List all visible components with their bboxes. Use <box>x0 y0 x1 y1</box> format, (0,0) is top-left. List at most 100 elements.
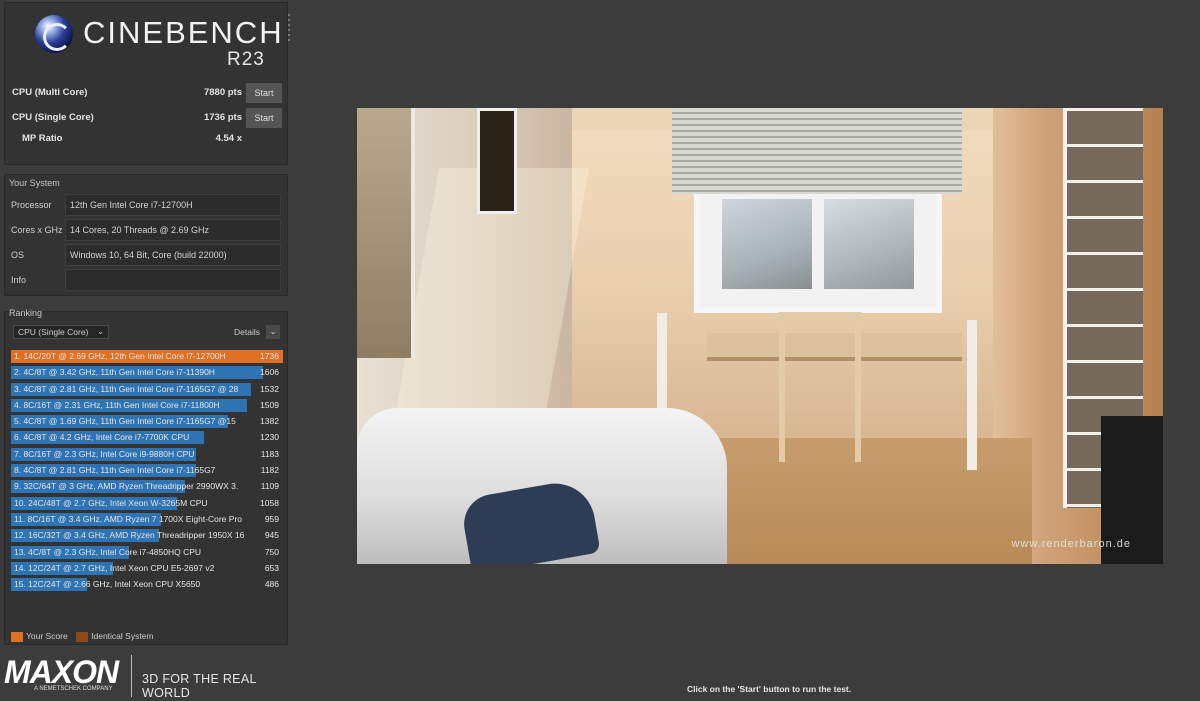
system-row-os: OS Windows 10, 64 Bit, Core (build 22000… <box>7 244 285 266</box>
ranking-score: 1230 <box>260 432 279 443</box>
ranking-row[interactable]: 4. 8C/16T @ 2.31 GHz, 11th Gen Intel Cor… <box>11 398 283 414</box>
single-core-start-button[interactable]: Start <box>246 108 282 128</box>
score-panel: CINEBENCH R23 CPU (Multi Core) 7880 pts … <box>4 2 288 165</box>
ranking-row[interactable]: 3. 4C/8T @ 2.81 GHz, 11th Gen Intel Core… <box>11 382 283 398</box>
mp-ratio-value: 4.54 x <box>215 133 242 144</box>
your-system-title: Your System <box>9 178 60 188</box>
ranking-score: 1606 <box>260 367 279 378</box>
mp-ratio-label: MP Ratio <box>22 133 63 144</box>
ranking-row[interactable]: 11. 8C/16T @ 3.4 GHz, AMD Ryzen 7 1700X … <box>11 512 283 528</box>
ranking-cpu-label: 4. 8C/16T @ 2.31 GHz, 11th Gen Intel Cor… <box>14 399 220 410</box>
multi-core-score: 7880 pts <box>203 87 242 98</box>
legend-identical-system: Identical System <box>76 631 154 643</box>
ranking-row[interactable]: 7. 8C/16T @ 2.3 GHz, Intel Core i9-9880H… <box>11 447 283 463</box>
chevron-down-icon: ⌄ <box>269 327 277 336</box>
details-label: Details <box>234 327 260 337</box>
ranking-cpu-label: 1. 14C/20T @ 2.69 GHz, 12th Gen Intel Co… <box>14 351 226 361</box>
ranking-cpu-label: 12. 16C/32T @ 3.4 GHz, AMD Ryzen Threadr… <box>14 530 245 541</box>
ranking-test-select[interactable]: CPU (Single Core) ⌄ <box>13 325 109 339</box>
ranking-score: 945 <box>264 530 279 541</box>
legend-your-score: Your Score <box>11 631 68 643</box>
ranking-row[interactable]: 8. 4C/8T @ 2.81 GHz, 11th Gen Intel Core… <box>11 463 283 479</box>
render-watermark: www.renderbaron.de <box>1011 538 1131 550</box>
brand-divider <box>131 655 132 697</box>
status-message: Click on the 'Start' button to run the t… <box>687 684 852 694</box>
render-painting-left <box>357 108 415 358</box>
render-preview: www.renderbaron.de <box>357 108 1163 564</box>
ranking-score: 1183 <box>260 448 279 459</box>
render-chair <box>779 312 861 462</box>
ranking-score: 653 <box>264 562 279 573</box>
ranking-score: 1532 <box>260 383 279 394</box>
ranking-cpu-label: 14. 12C/24T @ 2.7 GHz, Intel Xeon CPU E5… <box>14 562 215 573</box>
single-core-score: 1736 pts <box>203 112 242 123</box>
ranking-row[interactable]: 9. 32C/64T @ 3 GHz, AMD Ryzen Threadripp… <box>11 479 283 495</box>
system-key: OS <box>11 250 25 260</box>
ranking-cpu-label: 10. 24C/48T @ 2.7 GHz, Intel Xeon W-3265… <box>14 497 208 508</box>
render-window-pane <box>722 199 812 289</box>
ranking-row[interactable]: 10. 24C/48T @ 2.7 GHz, Intel Xeon W-3265… <box>11 496 283 512</box>
ranking-panel: Ranking CPU (Single Core) ⌄ Details ⌄ 1.… <box>4 308 288 645</box>
legend-your-score-label: Your Score <box>26 631 68 642</box>
panel-resize-handle[interactable] <box>288 14 290 42</box>
ranking-cpu-label: 9. 32C/64T @ 3 GHz, AMD Ryzen Threadripp… <box>14 481 239 492</box>
ranking-cpu-label: 3. 4C/8T @ 2.81 GHz, 11th Gen Intel Core… <box>14 383 239 394</box>
multi-core-label: CPU (Multi Core) <box>12 87 88 98</box>
maxon-subline: A NEMETSCHEK COMPANY <box>34 686 113 692</box>
ranking-cpu-label: 13. 4C/8T @ 2.3 GHz, Intel Core i7-4850H… <box>14 546 202 557</box>
ranking-row-your-score[interactable]: 1. 14C/20T @ 2.69 GHz, 12th Gen Intel Co… <box>11 349 283 365</box>
ranking-score: 1382 <box>260 416 279 427</box>
ranking-cpu-label: 5. 4C/8T @ 1.69 GHz, 11th Gen Intel Core… <box>14 416 236 427</box>
ranking-row[interactable]: 2. 4C/8T @ 3.42 GHz, 11th Gen Intel Core… <box>11 365 283 381</box>
identical-system-swatch <box>76 632 89 643</box>
system-value: 12th Gen Intel Core i7-12700H <box>65 194 281 216</box>
sidebar: CINEBENCH R23 CPU (Multi Core) 7880 pts … <box>0 0 292 701</box>
ranking-row[interactable]: 14. 12C/24T @ 2.7 GHz, Intel Xeon CPU E5… <box>11 561 283 577</box>
ranking-score: 750 <box>264 546 279 557</box>
multi-core-row: CPU (Multi Core) 7880 pts Start <box>12 83 282 103</box>
ranking-score: 1058 <box>260 497 279 508</box>
ranking-score: 486 <box>264 579 279 590</box>
details-dropdown-button[interactable]: ⌄ <box>266 325 280 339</box>
ranking-row[interactable]: 5. 4C/8T @ 1.69 GHz, 11th Gen Intel Core… <box>11 414 283 430</box>
system-row-cores: Cores x GHz 14 Cores, 20 Threads @ 2.69 … <box>7 219 285 241</box>
system-value: 14 Cores, 20 Threads @ 2.69 GHz <box>65 219 281 241</box>
ranking-row[interactable]: 15. 12C/24T @ 2.66 GHz, Intel Xeon CPU X… <box>11 577 283 593</box>
legend-identical-label: Identical System <box>91 631 154 642</box>
ranking-cpu-label: 7. 8C/16T @ 2.3 GHz, Intel Core i9-9880H… <box>14 448 195 459</box>
chevron-down-icon: ⌄ <box>97 327 104 336</box>
system-key: Processor <box>11 200 52 210</box>
render-blind <box>672 108 962 194</box>
your-system-panel: Your System Processor 12th Gen Intel Cor… <box>4 174 288 296</box>
ranking-score: 959 <box>264 513 279 524</box>
mp-ratio-row: MP Ratio 4.54 x <box>12 129 282 149</box>
render-window <box>694 183 942 313</box>
ranking-row[interactable]: 13. 4C/8T @ 2.3 GHz, Intel Core i7-4850H… <box>11 545 283 561</box>
single-core-row: CPU (Single Core) 1736 pts Start <box>12 108 282 128</box>
ranking-legend: Your Score Identical System <box>11 631 160 643</box>
render-chair-leg <box>967 320 977 470</box>
ranking-score: 1736 <box>260 351 279 361</box>
multi-core-start-button[interactable]: Start <box>246 83 282 103</box>
info-field[interactable] <box>65 269 281 291</box>
ranking-cpu-label: 15. 12C/24T @ 2.66 GHz, Intel Xeon CPU X… <box>14 579 201 590</box>
ranking-select-value: CPU (Single Core) <box>18 327 89 337</box>
system-key: Info <box>11 275 27 285</box>
app-title: CINEBENCH <box>83 15 284 50</box>
ranking-score: 1109 <box>260 481 279 492</box>
brand-tagline: 3D FOR THE REAL WORLD <box>142 672 257 700</box>
system-key: Cores x GHz <box>11 225 63 235</box>
app-version: R23 <box>227 49 265 70</box>
ranking-cpu-label: 8. 4C/8T @ 2.81 GHz, 11th Gen Intel Core… <box>14 465 216 476</box>
render-window-pane <box>824 199 914 289</box>
ranking-row[interactable]: 6. 4C/8T @ 4.2 GHz, Intel Core i7-7700K … <box>11 430 283 446</box>
ranking-cpu-label: 11. 8C/16T @ 3.4 GHz, AMD Ryzen 7 1700X … <box>14 513 243 524</box>
single-core-label: CPU (Single Core) <box>12 112 94 123</box>
ranking-score: 1182 <box>260 465 279 476</box>
ranking-title: Ranking <box>9 308 43 318</box>
system-row-processor: Processor 12th Gen Intel Core i7-12700H <box>7 194 285 216</box>
ranking-score: 1509 <box>260 399 279 410</box>
ranking-row[interactable]: 12. 16C/32T @ 3.4 GHz, AMD Ryzen Threadr… <box>11 528 283 544</box>
ranking-cpu-label: 6. 4C/8T @ 4.2 GHz, Intel Core i7-7700K … <box>14 432 190 443</box>
your-score-swatch <box>11 632 23 643</box>
